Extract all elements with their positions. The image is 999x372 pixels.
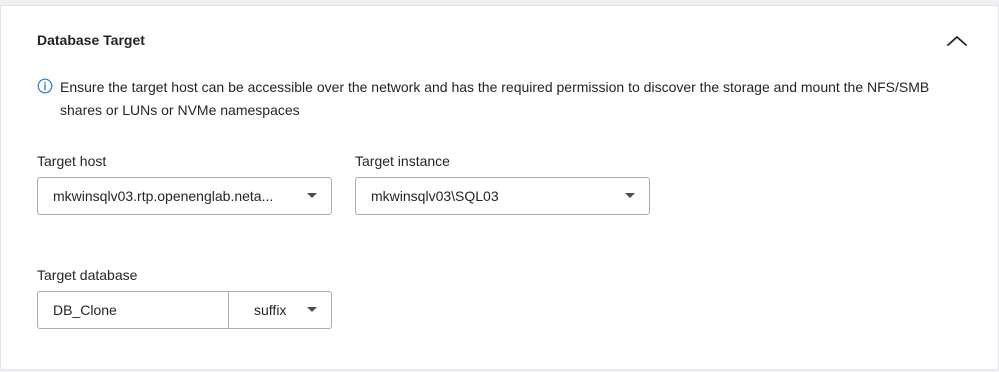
section-title: Database Target	[37, 32, 145, 48]
database-target-panel: Database Target Ensure the target host c…	[0, 5, 999, 370]
suffix-select[interactable]: suffix	[228, 291, 332, 329]
target-database-label: Target database	[37, 267, 138, 283]
target-host-value: mkwinsqlv03.rtp.openenglab.neta...	[53, 188, 274, 204]
info-circle-icon	[37, 78, 53, 94]
suffix-value: suffix	[254, 302, 287, 318]
target-instance-select[interactable]: mkwinsqlv03\SQL03	[355, 177, 650, 215]
target-instance-label: Target instance	[355, 153, 450, 169]
caret-down-icon	[307, 307, 317, 312]
target-instance-value: mkwinsqlv03\SQL03	[371, 188, 499, 204]
collapse-button[interactable]	[943, 30, 971, 54]
chevron-up-icon	[947, 36, 967, 46]
target-host-select[interactable]: mkwinsqlv03.rtp.openenglab.neta...	[37, 177, 332, 215]
info-text: Ensure the target host can be accessible…	[60, 79, 930, 118]
target-host-label: Target host	[37, 153, 107, 169]
caret-down-icon	[625, 193, 635, 198]
caret-down-icon	[307, 193, 317, 198]
target-database-input[interactable]	[37, 291, 229, 329]
target-database-combo: suffix	[37, 291, 332, 329]
